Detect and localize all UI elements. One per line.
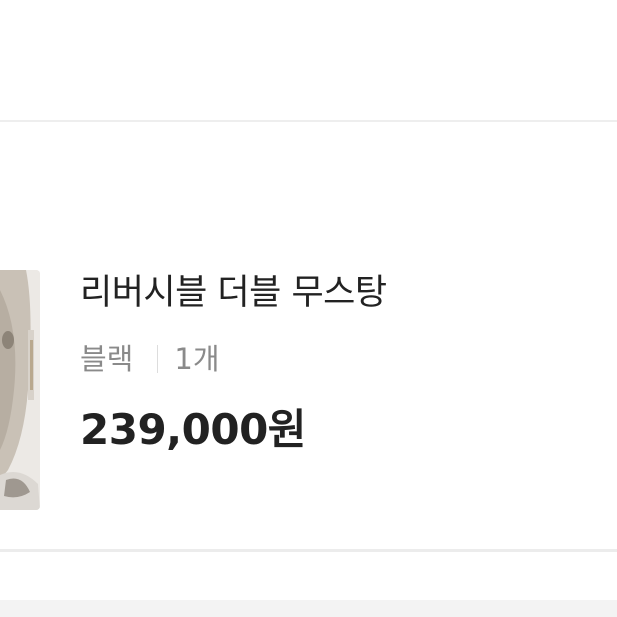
product-options: 블랙 1개 <box>80 339 220 379</box>
order-item-page: 리버시블 더블 무스탕 블랙 1개 239,000원 <box>0 0 617 617</box>
product-thumbnail[interactable] <box>0 270 40 510</box>
product-price: 239,000원 <box>80 405 306 454</box>
option-quantity: 1개 <box>174 342 220 376</box>
product-name[interactable]: 리버시블 더블 무스탕 <box>80 271 387 315</box>
order-product-item[interactable]: 리버시블 더블 무스탕 블랙 1개 239,000원 <box>0 122 617 549</box>
bottom-area <box>0 552 617 600</box>
option-separator <box>157 345 159 373</box>
top-area <box>0 0 617 120</box>
product-photo-icon <box>0 270 40 510</box>
option-color: 블랙 <box>80 342 134 376</box>
section-gap <box>0 600 617 617</box>
